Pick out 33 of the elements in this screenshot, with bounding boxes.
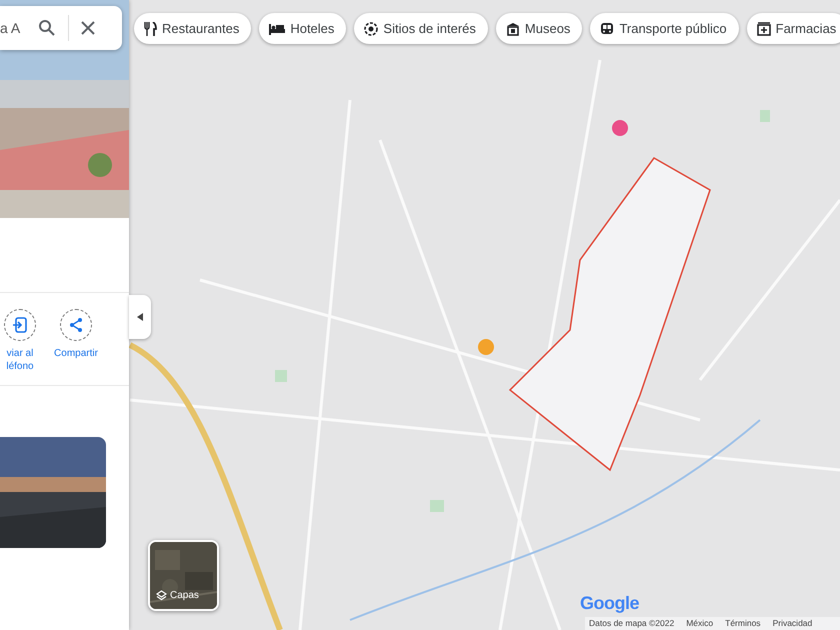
caret-icon	[137, 313, 143, 321]
share-icon	[68, 317, 84, 333]
phone-icon	[12, 317, 28, 333]
close-icon[interactable]	[81, 21, 95, 35]
action-button[interactable]: viar al léfono	[0, 309, 40, 373]
action-button[interactable]: Compartir	[50, 309, 102, 360]
category-chip[interactable]: Hoteles	[259, 13, 346, 44]
layers-button[interactable]: Capas	[148, 540, 219, 611]
place-marker[interactable]	[478, 339, 494, 355]
category-chip[interactable]: Restaurantes	[134, 13, 252, 44]
category-chip[interactable]: Transporte público	[590, 13, 739, 44]
collapse-button[interactable]	[129, 295, 151, 339]
category-chip[interactable]: Museos	[496, 13, 582, 44]
footer-link[interactable]: Términos	[725, 617, 761, 630]
footer-link[interactable]: Privacidad	[772, 617, 812, 630]
layers-icon	[156, 590, 167, 601]
search-icon[interactable]	[38, 19, 56, 37]
fork-knife-icon	[144, 22, 157, 36]
map-data-text: Datos de mapa ©2022	[589, 617, 674, 630]
place-marker[interactable]	[612, 120, 628, 136]
footer-link[interactable]: México	[686, 617, 714, 630]
pharmacy-icon	[756, 22, 771, 36]
camera-icon	[364, 22, 378, 36]
bed-icon	[269, 22, 286, 34]
park	[760, 110, 770, 122]
category-chip[interactable]: Farmacias	[746, 13, 840, 44]
bus-icon	[600, 22, 614, 36]
park	[430, 500, 444, 512]
museum-icon	[506, 22, 520, 36]
search-field[interactable]: a A	[0, 18, 30, 38]
category-chip[interactable]: Sitios de interés	[354, 13, 488, 44]
google-logo: Google	[580, 592, 639, 615]
park	[275, 370, 287, 382]
